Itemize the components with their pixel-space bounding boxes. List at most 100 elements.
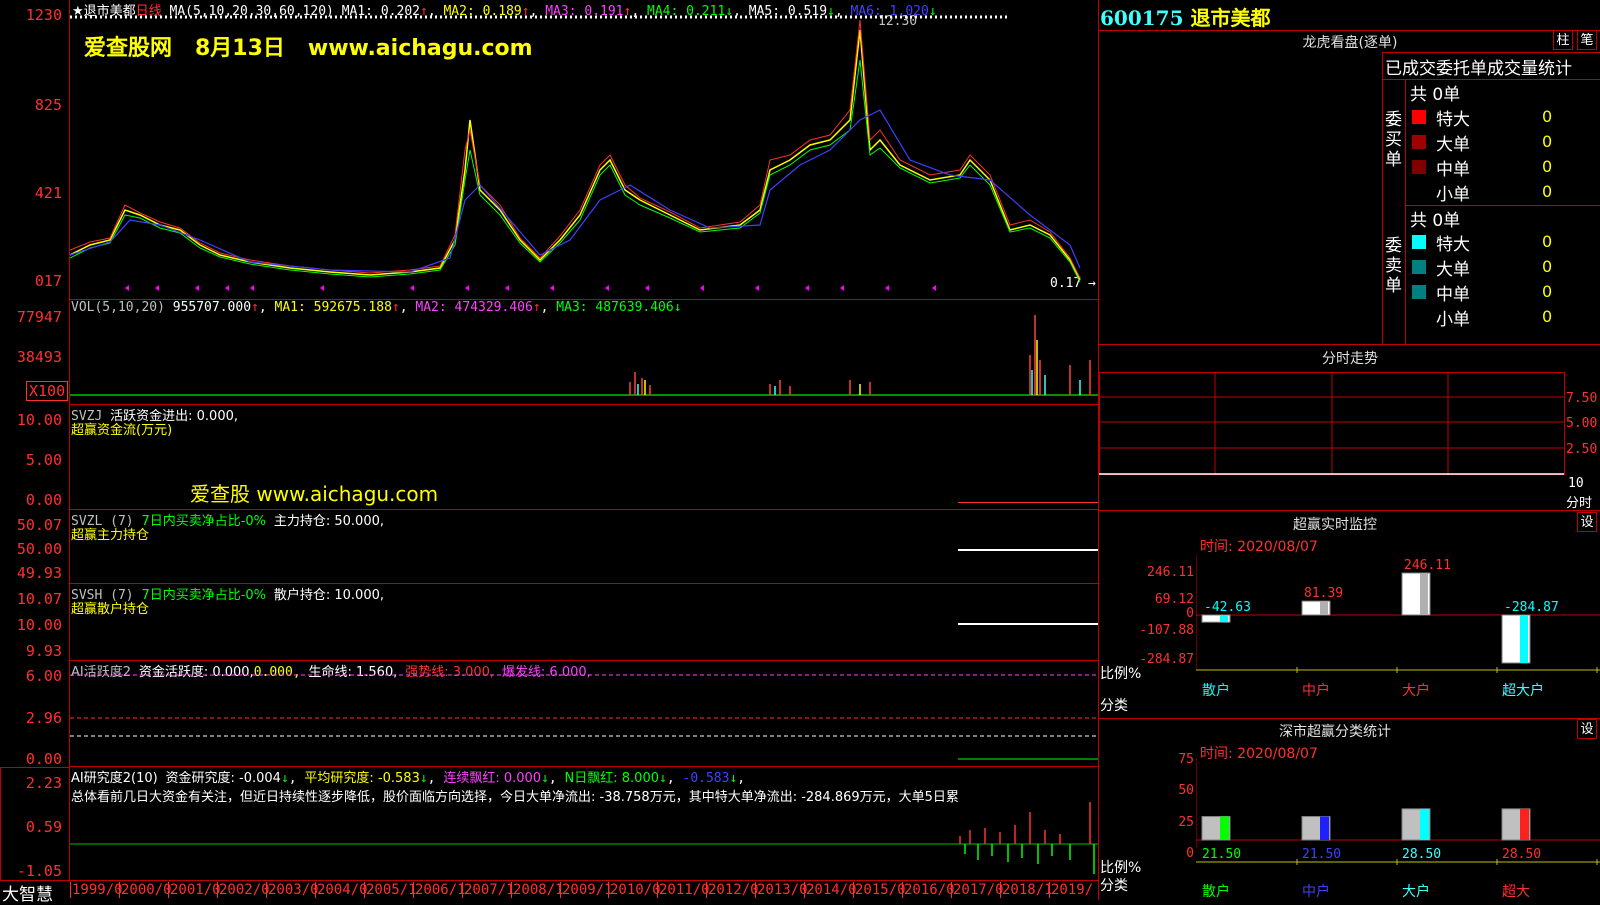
- monitor-title: 超赢实时监控: [1293, 517, 1377, 533]
- svzl-text: 主力持仓: 50.000,: [273, 514, 385, 529]
- class-bar[interactable]: [1301, 815, 1331, 841]
- order-row-label: 大单: [1436, 135, 1470, 155]
- monitor-bar[interactable]: [1301, 600, 1331, 616]
- svsh-y-2: 10.00: [16, 616, 62, 634]
- class-category-label: 中户: [1302, 883, 1330, 900]
- x-axis-years: 1999/0 2000/0 2001/0 2002/0 2003/0 2004/0 2005…: [70, 882, 1098, 900]
- x-axis-year: 2013/0: [755, 882, 808, 898]
- y-tick-1230: 1230: [25, 6, 62, 24]
- watermark-middle: 爱查股 www.aichagu.com: [190, 482, 439, 506]
- monitor-category-label: 中户: [1302, 682, 1330, 699]
- svsh-y-1: 10.07: [16, 590, 62, 608]
- fenshi-chart[interactable]: [1099, 372, 1600, 510]
- monitor-settings-button[interactable]: 设: [1577, 512, 1597, 532]
- order-row-value: 0: [1542, 157, 1553, 176]
- class-settings-button[interactable]: 设: [1577, 719, 1597, 739]
- ai-research-t5: -0.583: [682, 771, 730, 786]
- x-axis-year: 2012/0: [706, 882, 759, 898]
- x-axis-year: 2017/0: [951, 882, 1004, 898]
- class-title: 深市超赢分类统计: [1279, 724, 1391, 740]
- x-axis-year: 2007/1: [462, 882, 515, 898]
- class-bar-label: 21.50: [1202, 847, 1241, 862]
- fenshi-bottom-2: 分时: [1566, 496, 1593, 511]
- stock-title: 600175 退市美都: [1100, 2, 1270, 31]
- kline-chart[interactable]: [70, 0, 1098, 300]
- monitor-category-label: 超大户: [1502, 682, 1544, 699]
- order-color-swatch: [1412, 160, 1426, 174]
- ai-active-y-2: 2.96: [25, 709, 62, 727]
- ai-research-t4: N日飘红: 8.000: [564, 771, 660, 786]
- class-category-label: 大户: [1402, 883, 1430, 900]
- ai-active-y-3: 0.00: [25, 750, 62, 768]
- x-axis-year: 2019/: [1049, 882, 1094, 898]
- x-axis-year: 2015/0: [853, 882, 906, 898]
- monitor-bar[interactable]: [1401, 572, 1431, 616]
- x-axis-year: 2004/0: [315, 882, 368, 898]
- rp-stats-left-border: [1382, 52, 1383, 344]
- stats-title: 已成交委托单成交量统计: [1385, 59, 1572, 79]
- x-axis-year: 2006/1: [413, 882, 466, 898]
- sell-total: 共 0单: [1410, 211, 1461, 231]
- monitor-bar-label: 81.39: [1304, 586, 1343, 601]
- svsh-y-3: 9.93: [25, 642, 62, 660]
- tick-view-button[interactable]: 笔: [1577, 30, 1597, 50]
- monitor-bar-label: -42.63: [1204, 600, 1251, 615]
- x-axis-year: 2016/0: [902, 882, 955, 898]
- vol-y-tick-2: 38493: [16, 348, 62, 366]
- x-axis-year: 2011/0: [657, 882, 710, 898]
- order-color-swatch: [1412, 285, 1426, 299]
- y-axis-tick: 246.11: [1147, 565, 1194, 580]
- rp-div-2: [1099, 344, 1600, 345]
- monitor-time: 时间: 2020/08/07: [1200, 539, 1318, 555]
- order-row-value: 0: [1542, 107, 1553, 126]
- order-color-swatch: [1412, 110, 1426, 124]
- rp-div-4: [1099, 718, 1600, 719]
- monitor-category-label: 大户: [1402, 682, 1430, 699]
- class-bar[interactable]: [1501, 808, 1531, 841]
- svsh-text: 散户持仓: 10.000,: [273, 588, 385, 603]
- fenshi-tick-3: 2.50: [1566, 442, 1598, 457]
- monitor-bar[interactable]: [1201, 614, 1231, 623]
- class-bar[interactable]: [1201, 815, 1231, 841]
- svzl-y-1: 50.07: [16, 516, 62, 534]
- order-row-label: 小单: [1436, 185, 1470, 205]
- class-bar-label: 21.50: [1302, 847, 1341, 862]
- y-tick-017: 017: [34, 272, 62, 290]
- bar-view-button[interactable]: 柱: [1553, 30, 1573, 50]
- order-row-value: 0: [1542, 232, 1553, 251]
- monitor-bar[interactable]: [1501, 614, 1531, 664]
- stock-code: 600175: [1100, 6, 1184, 30]
- y-axis-tick: -107.88: [1139, 623, 1194, 638]
- x-axis-year: 2009/1: [560, 882, 613, 898]
- x-axis-year: 2005/1: [364, 882, 417, 898]
- svzl-green-text: 7日内买卖净占比-0%: [141, 514, 267, 529]
- ai-research-axis-box: [0, 767, 70, 881]
- app-brand: 大智慧: [2, 885, 53, 905]
- vol-unit-badge[interactable]: X100: [26, 381, 69, 401]
- svzj-line: [958, 502, 1098, 503]
- ai-research-chart[interactable]: [70, 800, 1098, 880]
- volume-chart[interactable]: [70, 300, 1098, 404]
- order-row-label: 中单: [1436, 160, 1470, 180]
- rp-side-border: [1405, 79, 1406, 344]
- svsh-subtitle: 超赢散户持仓: [71, 602, 150, 617]
- x-axis-year: 2008/1: [511, 882, 564, 898]
- monitor-class-label: 分类: [1100, 698, 1128, 714]
- x-axis-year: 2010/0: [608, 882, 661, 898]
- y-axis-tick: 50: [1178, 783, 1194, 798]
- ai-active-chart[interactable]: [70, 660, 1098, 766]
- x-axis-year: 2018/1: [1000, 882, 1053, 898]
- class-category-label: 超大: [1502, 884, 1530, 900]
- x-axis-year: 2002/0: [217, 882, 270, 898]
- class-bar-chart[interactable]: 21.50 散户 21.50 中户 28.50 大户 28.50 超大: [1196, 758, 1600, 900]
- order-color-swatch: [1412, 260, 1426, 274]
- rp-div-1: [1099, 30, 1600, 31]
- x-axis-year: 2001/0: [168, 882, 221, 898]
- order-row-value: 0: [1542, 307, 1553, 326]
- class-bar[interactable]: [1401, 808, 1431, 841]
- buy-total: 共 0单: [1410, 85, 1461, 105]
- ai-research-t2: 平均研究度: -0.583: [304, 771, 420, 786]
- rp-stats-top: [1382, 52, 1600, 53]
- monitor-bar-label: 246.11: [1404, 558, 1451, 573]
- monitor-bar-chart[interactable]: -42.63 散户 81.39 中户 246.11 大户 -284.87 超大户: [1196, 555, 1600, 720]
